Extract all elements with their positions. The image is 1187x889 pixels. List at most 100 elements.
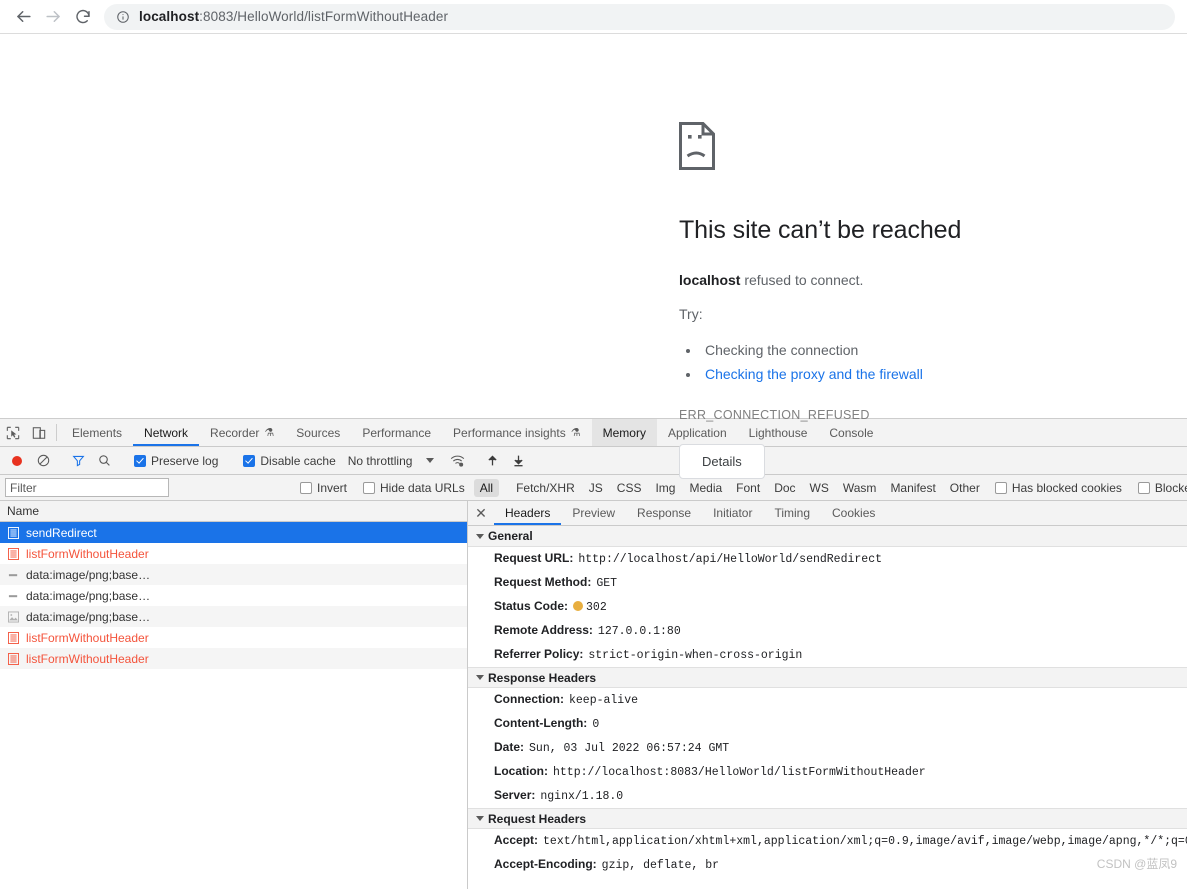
type-filter-manifest[interactable]: Manifest [884, 479, 941, 497]
tab-memory[interactable]: Memory [592, 419, 657, 446]
tab-performance-insights[interactable]: Performance insights⚗ [442, 419, 592, 446]
funnel-filter-icon[interactable] [65, 454, 91, 467]
type-filter-all[interactable]: All [474, 479, 499, 497]
tab-label: Timing [774, 506, 810, 520]
section-title: Request Headers [488, 812, 586, 826]
type-filter-js[interactable]: JS [583, 479, 609, 497]
devtools-panel: Elements Network Recorder⚗ Sources Perfo… [0, 418, 1187, 889]
close-icon[interactable]: ✕ [468, 501, 494, 525]
back-button[interactable] [8, 2, 38, 32]
header-value: http://localhost:8083/HelloWorld/listFor… [553, 765, 926, 781]
request-name: data:image/png;base… [26, 589, 150, 603]
table-row[interactable]: sendRedirect [0, 522, 467, 543]
has-blocked-cookies-checkbox[interactable]: Has blocked cookies [987, 481, 1130, 495]
requests-column-header[interactable]: Name [0, 501, 467, 522]
tab-lighthouse[interactable]: Lighthouse [738, 419, 819, 446]
chevron-down-icon [476, 675, 484, 680]
tab-application[interactable]: Application [657, 419, 738, 446]
invert-checkbox[interactable]: Invert [292, 481, 355, 495]
header-value: gzip, deflate, br [602, 858, 719, 874]
tab-label: Memory [603, 426, 646, 440]
checkbox-box [363, 482, 375, 494]
address-bar[interactable]: localhost:8083/HelloWorld/listFormWithou… [104, 4, 1175, 30]
tab-performance[interactable]: Performance [351, 419, 442, 446]
table-row[interactable]: listFormWithoutHeader [0, 627, 467, 648]
device-toolbar-icon[interactable] [26, 419, 52, 446]
header-key: Date: [494, 739, 524, 755]
type-filter-fetch-xhr[interactable]: Fetch/XHR [510, 479, 581, 497]
wifi-settings-icon[interactable] [444, 454, 470, 468]
tab-network[interactable]: Network [133, 419, 199, 446]
error-message-rest: refused to connect. [740, 272, 863, 288]
tab-headers[interactable]: Headers [494, 501, 561, 525]
table-row[interactable]: data:image/png;base… [0, 564, 467, 585]
type-filter-font[interactable]: Font [730, 479, 766, 497]
type-filter-doc[interactable]: Doc [768, 479, 801, 497]
blocked-requests-checkbox[interactable]: Blocked Requests [1130, 481, 1187, 495]
tab-label: Network [144, 426, 188, 440]
header-key: Server: [494, 787, 535, 803]
address-bar-url: localhost:8083/HelloWorld/listFormWithou… [139, 9, 448, 24]
tab-timing[interactable]: Timing [763, 501, 821, 525]
forward-button[interactable] [38, 2, 68, 32]
type-filter-css[interactable]: CSS [611, 479, 648, 497]
type-filter-img[interactable]: Img [649, 479, 681, 497]
tab-response[interactable]: Response [626, 501, 702, 525]
info-circle-icon[interactable] [116, 10, 130, 24]
checkbox-box [134, 455, 146, 467]
reload-button[interactable] [68, 2, 98, 32]
preserve-log-checkbox[interactable]: Preserve log [126, 454, 226, 468]
download-arrow-icon[interactable] [505, 454, 531, 467]
table-row[interactable]: listFormWithoutHeader [0, 648, 467, 669]
table-row[interactable]: listFormWithoutHeader [0, 543, 467, 564]
headers-content[interactable]: General Request URL: http://localhost/ap… [468, 526, 1187, 889]
section-general[interactable]: General [468, 526, 1187, 547]
tab-recorder[interactable]: Recorder⚗ [199, 419, 285, 446]
table-row[interactable]: data:image/png;base… [0, 606, 467, 627]
header-row: Content-Length: 0 [468, 712, 1187, 736]
url-host: localhost [139, 9, 199, 24]
section-request-headers[interactable]: Request Headers [468, 808, 1187, 829]
proxy-firewall-link[interactable]: Checking the proxy and the firewall [705, 366, 923, 382]
upload-arrow-icon[interactable] [479, 454, 505, 467]
table-row[interactable]: data:image/png;base… [0, 585, 467, 606]
inspect-element-icon[interactable] [0, 419, 26, 446]
tab-sources[interactable]: Sources [285, 419, 351, 446]
type-filter-other[interactable]: Other [944, 479, 986, 497]
error-message: localhost refused to connect. [679, 270, 1099, 290]
status-code-value: 302 [586, 601, 607, 614]
header-key: Request URL: [494, 550, 573, 566]
requests-list[interactable]: sendRedirect listFormWithoutHeader data:… [0, 522, 467, 889]
divider [56, 424, 57, 441]
requests-pane: Name sendRedirect listFormWithoutHeader [0, 501, 468, 889]
record-circle-icon[interactable] [4, 455, 30, 467]
tab-elements[interactable]: Elements [61, 419, 133, 446]
tab-label: Recorder [210, 426, 259, 440]
details-button[interactable]: Details [679, 444, 765, 479]
type-filter-wasm[interactable]: Wasm [837, 479, 883, 497]
tab-cookies[interactable]: Cookies [821, 501, 886, 525]
search-magnifier-icon[interactable] [91, 454, 117, 467]
request-name: data:image/png;base… [26, 568, 150, 582]
tab-label: Lighthouse [749, 426, 808, 440]
disable-cache-checkbox[interactable]: Disable cache [235, 454, 343, 468]
hide-data-urls-checkbox[interactable]: Hide data URLs [355, 481, 473, 495]
browser-toolbar: localhost:8083/HelloWorld/listFormWithou… [0, 0, 1187, 34]
header-key: Connection: [494, 691, 564, 707]
chevron-down-icon[interactable] [426, 458, 434, 463]
checkbox-box [243, 455, 255, 467]
tab-label: Elements [72, 426, 122, 440]
tab-console[interactable]: Console [818, 419, 884, 446]
section-response-headers[interactable]: Response Headers [468, 667, 1187, 688]
request-details-pane: ✕ Headers Preview Response Initiator Tim… [468, 501, 1187, 889]
type-filter-media[interactable]: Media [683, 479, 728, 497]
filter-input[interactable] [5, 478, 169, 497]
type-filter-ws[interactable]: WS [804, 479, 835, 497]
chevron-down-icon [476, 816, 484, 821]
tab-preview[interactable]: Preview [561, 501, 626, 525]
header-key: Accept-Encoding: [494, 856, 597, 872]
image-icon [7, 610, 20, 623]
clear-no-entry-icon[interactable] [30, 454, 56, 467]
tab-initiator[interactable]: Initiator [702, 501, 763, 525]
throttling-select-value[interactable]: No throttling [344, 454, 417, 468]
